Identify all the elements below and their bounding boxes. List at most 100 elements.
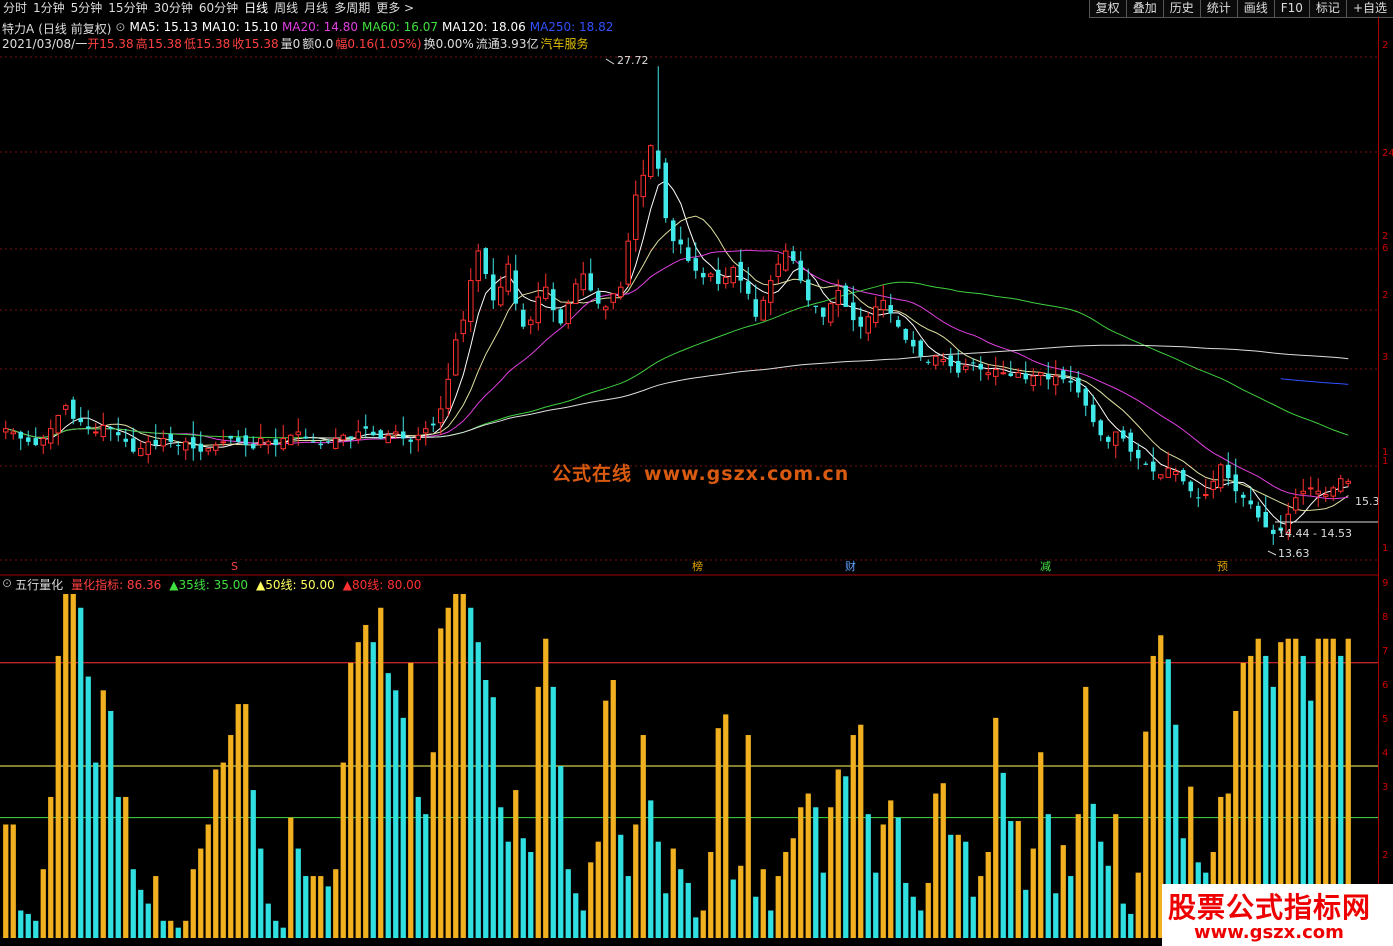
candle-body-up <box>1165 467 1171 478</box>
period-tab-3[interactable]: 15分钟 <box>105 0 150 17</box>
axis-tick-label: 1 <box>1382 456 1389 467</box>
candle-body-up <box>205 447 211 452</box>
period-tab-0[interactable]: 分时 <box>0 0 30 17</box>
ma-value-1: MA10: 15.10 <box>201 20 278 34</box>
indicator-bar <box>648 800 654 938</box>
indicator-bar <box>183 920 189 938</box>
candle-body-down <box>378 430 383 439</box>
indicator-bar <box>280 927 286 938</box>
axis-tick-label: 9 <box>1382 578 1389 589</box>
candle-body-up <box>93 431 99 434</box>
candle-body-up <box>963 365 969 371</box>
candle-body-up <box>880 299 886 311</box>
indicator-bar <box>963 841 969 938</box>
candle-body-down <box>108 427 113 429</box>
axis-tick-label: 2 <box>1382 40 1389 51</box>
candle-body-up <box>640 174 646 198</box>
candle-body-down <box>131 438 136 452</box>
candle-body-down <box>971 362 976 364</box>
event-marker-3[interactable]: 减 <box>1040 560 1051 573</box>
tool-buttons: 复权 叠加 历史 统计 画线 F10 标记 +自选 <box>1088 0 1393 18</box>
logo-url: www.gszx.com <box>1194 922 1344 943</box>
candle-body-up <box>1173 470 1179 475</box>
indicator-bar <box>295 848 301 938</box>
period-tab-4[interactable]: 30分钟 <box>151 0 196 17</box>
candle-body-down <box>738 261 743 281</box>
candle-body-up <box>565 303 571 325</box>
event-marker-2[interactable]: 财 <box>845 559 856 573</box>
ma-toggle-icon[interactable]: ⊙ <box>115 20 125 35</box>
indicator-bar <box>918 910 924 938</box>
indicator-bar <box>453 594 459 938</box>
indicator-bar <box>370 642 376 938</box>
candle-body-down <box>1188 481 1193 492</box>
candle-body-down <box>348 436 353 439</box>
candle-body-down <box>1091 404 1096 423</box>
candle-body-up <box>625 240 631 285</box>
indicator-bar <box>25 913 31 938</box>
event-marker-0[interactable]: S <box>231 560 238 573</box>
candle-body-down <box>1263 511 1268 528</box>
candle-body-up <box>213 444 219 451</box>
candle-body-down <box>318 443 323 446</box>
candle-body-down <box>86 426 91 429</box>
period-tab-1[interactable]: 1分钟 <box>30 0 68 17</box>
event-marker-1[interactable]: 榜 <box>692 559 703 573</box>
toolbar-button-5[interactable]: F10 <box>1273 0 1309 18</box>
candle-body-down <box>311 441 316 443</box>
ma-values: MA5: 15.13 MA10: 15.10 MA20: 14.80 MA60: 16… <box>129 20 617 35</box>
indicator-bar <box>205 824 211 938</box>
candle-body-down <box>1008 373 1013 377</box>
period-tab-9[interactable]: 多周期 <box>331 0 373 17</box>
indicator-name[interactable]: 五行量化 <box>15 576 63 592</box>
indicator-bar <box>250 790 256 938</box>
toolbar-button-7[interactable]: +自选 <box>1345 0 1393 18</box>
candle-body-up <box>610 293 616 303</box>
period-tab-2[interactable]: 5分钟 <box>68 0 106 17</box>
indicator-bar <box>138 889 144 938</box>
period-tab-7[interactable]: 周线 <box>271 0 301 17</box>
indicator-bar <box>813 807 819 938</box>
indicator-bar <box>258 848 264 938</box>
candle-body-up <box>1218 464 1224 489</box>
indicator-bar <box>970 896 976 938</box>
candle-body-up <box>220 441 226 444</box>
event-marker-4[interactable]: 预 <box>1217 560 1228 573</box>
candle-body-up <box>385 434 391 444</box>
axis-tick-label: 7 <box>1382 646 1389 657</box>
right-price-axis: 224.262311198765432 <box>1378 17 1393 946</box>
candle-body-down <box>843 285 848 307</box>
candle-body-up <box>138 447 144 456</box>
candle-body-down <box>753 299 758 317</box>
toolbar-button-6[interactable]: 标记 <box>1308 0 1346 18</box>
candle-body-down <box>956 361 961 373</box>
candle-body-up <box>355 431 361 440</box>
period-tab-10[interactable]: 更多 > <box>373 0 417 17</box>
indicator-value-1: ▲35线: 35.00 <box>169 578 249 592</box>
indicator-bar <box>828 807 834 938</box>
indicator-bar <box>790 838 796 938</box>
candle-body-up <box>460 319 466 335</box>
period-tab-5[interactable]: 60分钟 <box>196 0 241 17</box>
candle-body-down <box>1248 500 1253 505</box>
period-tabs: 分时 1分钟 5分钟 15分钟 30分钟 60分钟 日线 周线 月线 多周期 更多 > <box>0 0 417 17</box>
axis-tick-label: 5 <box>1382 714 1389 725</box>
quote-field-1: 开15.38 <box>87 37 134 51</box>
candle-body-down <box>153 439 158 446</box>
candle-body-down <box>701 272 706 278</box>
indicator-bar <box>618 834 624 938</box>
candle-body-down <box>243 435 248 446</box>
toolbar-button-0[interactable]: 复权 <box>1088 0 1126 18</box>
candle-body-down <box>1271 529 1276 534</box>
toolbar-button-1[interactable]: 叠加 <box>1125 0 1163 18</box>
stock-name[interactable]: 特力A <box>2 20 34 36</box>
watermark-title: 公式在线 <box>552 463 633 485</box>
toolbar-button-4[interactable]: 画线 <box>1236 0 1274 18</box>
period-tab-6[interactable]: 日线 <box>241 0 271 17</box>
indicator-bar <box>1023 889 1029 938</box>
indicator-collapse-icon[interactable]: ⊙ <box>2 576 12 590</box>
toolbar-button-3[interactable]: 统计 <box>1199 0 1237 18</box>
indicator-bar <box>588 862 594 938</box>
toolbar-button-2[interactable]: 历史 <box>1162 0 1200 18</box>
period-tab-8[interactable]: 月线 <box>301 0 331 17</box>
